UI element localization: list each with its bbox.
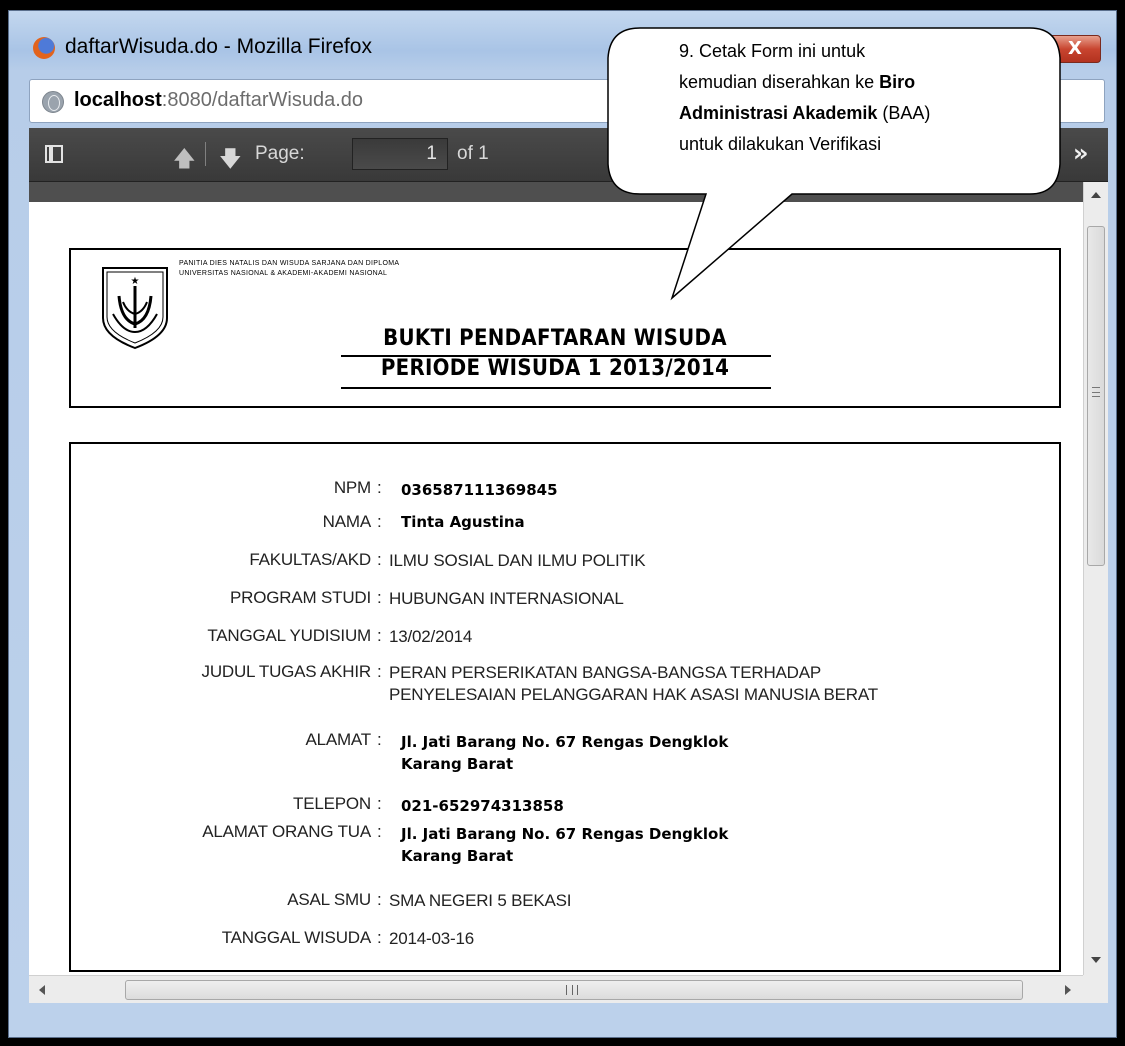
close-button[interactable]: X	[1049, 35, 1101, 63]
field-label: NPM	[333, 478, 371, 497]
previous-page-icon[interactable]: 🡅	[173, 142, 196, 180]
document-header: ★ PANITIA DIES NATALIS DAN WISUDA SARJAN…	[69, 248, 1061, 408]
field-value: 036587111369845	[401, 481, 558, 499]
globe-icon	[42, 91, 64, 113]
toolbar-separator	[205, 142, 206, 166]
vertical-scrollbar[interactable]	[1083, 182, 1108, 975]
title-underline-1	[341, 355, 771, 357]
document-title: BUKTI PENDAFTARAN WISUDA PERIODE WISUDA …	[337, 324, 773, 384]
field-value: 13/02/2014	[389, 627, 473, 646]
field-colon: :	[377, 662, 382, 681]
field-colon: :	[377, 794, 382, 813]
callout-line-3-text: (BAA)	[877, 103, 931, 123]
field-colon: :	[377, 890, 382, 909]
field-label: FAKULTAS/AKD	[249, 550, 371, 569]
organizer-line: PANITIA DIES NATALIS DAN WISUDA SARJANA …	[179, 260, 400, 267]
field-value: Jl. Jati Barang No. 67 Rengas Dengklok K…	[401, 731, 728, 775]
field-colon: :	[377, 822, 382, 841]
scroll-left-icon[interactable]	[39, 985, 45, 995]
field-value: ILMU SOSIAL DAN ILMU POLITIK	[389, 551, 646, 570]
field-colon: :	[377, 512, 382, 531]
field-label: TANGGAL YUDISIUM	[207, 626, 371, 645]
vertical-scroll-thumb[interactable]	[1087, 226, 1105, 566]
more-tools-icon[interactable]: »	[1073, 139, 1089, 167]
field-label: ASAL SMU	[287, 890, 371, 909]
scroll-down-icon[interactable]	[1091, 957, 1101, 963]
title-line-2: PERIODE WISUDA 1 2013/2014	[380, 356, 730, 381]
callout-line-2-bold: Biro	[879, 72, 916, 92]
scroll-right-icon[interactable]	[1065, 985, 1071, 995]
field-colon: :	[377, 730, 382, 749]
university-line: UNIVERSITAS NASIONAL & AKADEMI-AKADEMI N…	[179, 270, 388, 277]
field-value-line-1: PERAN PERSERIKATAN BANGSA-BANGSA TERHADA…	[389, 663, 822, 682]
field-colon: :	[377, 928, 382, 947]
field-label: ALAMAT	[305, 730, 371, 749]
field-colon: :	[377, 478, 382, 497]
field-colon: :	[377, 550, 382, 569]
next-page-icon[interactable]: 🡇	[219, 142, 242, 180]
university-crest-icon: ★	[102, 267, 168, 350]
callout-line-4: untuk dilakukan Verifikasi	[679, 134, 882, 154]
field-label: NAMA	[322, 512, 372, 531]
field-colon: :	[377, 626, 382, 645]
grip-icon	[566, 985, 578, 995]
page-label: Page:	[255, 143, 305, 164]
sidebar-toggle-icon[interactable]	[45, 145, 63, 163]
page-count: of 1	[457, 143, 489, 164]
horizontal-scrollbar[interactable]	[29, 975, 1083, 1003]
field-label: TELEPON	[293, 794, 371, 813]
field-value: Jl. Jati Barang No. 67 Rengas Dengklok K…	[401, 823, 728, 867]
title-underline-2	[341, 387, 771, 389]
scroll-up-icon[interactable]	[1091, 192, 1101, 198]
field-label: PROGRAM STUDI	[230, 588, 371, 607]
callout-line-2-text: kemudian diserahkan ke	[679, 72, 880, 92]
field-label: ALAMAT ORANG TUA	[202, 822, 371, 841]
svg-text:★: ★	[131, 276, 140, 287]
field-value: HUBUNGAN INTERNASIONAL	[389, 589, 624, 608]
firefox-logo-icon	[33, 37, 55, 59]
field-value: SMA NEGERI 5 BEKASI	[389, 891, 572, 910]
page-number-input[interactable]: 1	[352, 138, 448, 170]
browser-window: daftarWisuda.do - Mozilla Firefox X loca…	[8, 10, 1117, 1038]
horizontal-scroll-thumb[interactable]	[125, 980, 1023, 1000]
field-label: TANGGAL WISUDA	[221, 928, 371, 947]
field-value-line-1: Jl. Jati Barang No. 67 Rengas Dengklok	[401, 825, 729, 843]
field-value: 2014-03-16	[389, 929, 474, 948]
window-title: daftarWisuda.do - Mozilla Firefox	[65, 35, 372, 58]
callout-text: 9. Cetak Form ini untuk kemudian diserah…	[679, 36, 1029, 160]
url-host: localhost	[74, 89, 162, 111]
field-colon: :	[377, 588, 382, 607]
pdf-viewport[interactable]: ★ PANITIA DIES NATALIS DAN WISUDA SARJAN…	[29, 182, 1083, 975]
url-path: :8080/daftarWisuda.do	[161, 89, 364, 111]
scrollbar-corner	[1083, 975, 1108, 1003]
callout-line-1: 9. Cetak Form ini untuk	[679, 41, 866, 61]
pdf-page: ★ PANITIA DIES NATALIS DAN WISUDA SARJAN…	[29, 202, 1083, 975]
callout-line-2: kemudian diserahkan ke Biro	[679, 67, 1029, 98]
url-text[interactable]: localhost:8080/daftarWisuda.do	[74, 89, 363, 112]
field-label: JUDUL TUGAS AKHIR	[201, 662, 372, 681]
field-value-line-2: PENYELESAIAN PELANGGARAN HAK ASASI MANUS…	[389, 685, 878, 704]
registration-details: NPM : 036587111369845 NAMA : Tinta Agust…	[69, 442, 1061, 972]
field-value-line-1: Jl. Jati Barang No. 67 Rengas Dengklok	[401, 733, 729, 751]
field-value: 021-652974313858	[401, 797, 564, 815]
field-value-line-2: Karang Barat	[401, 755, 514, 773]
callout-line-3: Administrasi Akademik (BAA)	[679, 98, 1029, 129]
field-value-line-2: Karang Barat	[401, 847, 514, 865]
grip-icon	[1092, 387, 1100, 397]
field-value: Tinta Agustina	[401, 513, 525, 531]
title-line-1: BUKTI PENDAFTARAN WISUDA	[383, 326, 727, 351]
callout-line-3-bold: Administrasi Akademik	[679, 103, 878, 123]
